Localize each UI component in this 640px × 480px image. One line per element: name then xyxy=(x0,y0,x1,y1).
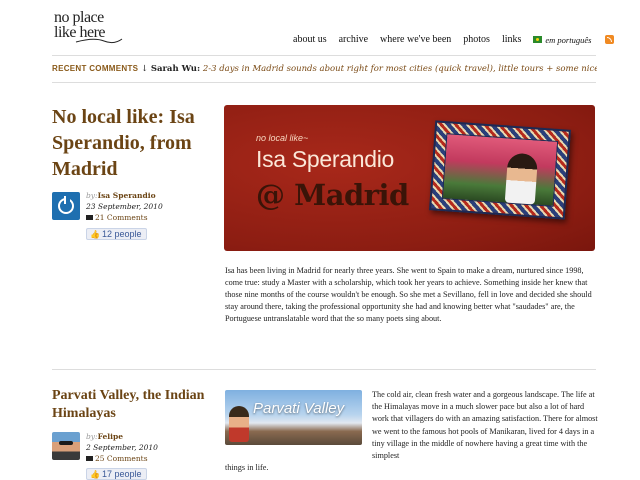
banner-city: @ Madrid xyxy=(256,178,409,212)
rss-icon[interactable] xyxy=(605,35,615,44)
post-excerpt: The cold air, clean fresh water and a go… xyxy=(372,390,598,461)
nav-photos[interactable]: photos xyxy=(463,34,490,45)
thumbnail-caption: Parvati Valley xyxy=(253,400,345,417)
post-author[interactable]: Isa Sperandio xyxy=(98,191,156,200)
post-excerpt-continued: things in life. xyxy=(225,463,269,472)
author-avatar[interactable] xyxy=(52,432,80,460)
recent-comments-ticker: RECENT COMMENTS ↓ Sarah Wu: 2-3 days in … xyxy=(52,64,597,74)
child-photo xyxy=(229,406,249,442)
nav-about-us[interactable]: about us xyxy=(293,34,327,45)
post-thumbnail-image[interactable]: Parvati Valley xyxy=(225,390,362,445)
logo-line-1: no place xyxy=(54,9,104,26)
banner-name: Isa Sperandio xyxy=(256,146,395,172)
comments-link[interactable]: 21 Comments xyxy=(95,213,148,222)
recent-comments-label: RECENT COMMENTS xyxy=(52,64,139,73)
comment-icon xyxy=(86,215,93,220)
site-logo[interactable]: no place like here xyxy=(54,9,134,44)
post-meta: by:Isa Sperandio 23 September, 2010 21 C… xyxy=(86,190,196,223)
recent-comment-author[interactable]: Sarah Wu: xyxy=(151,64,200,74)
post-banner-image[interactable]: no local like~ Isa Sperandio @ Madrid xyxy=(224,105,595,251)
author-avatar[interactable] xyxy=(52,192,80,220)
nav-links[interactable]: links xyxy=(502,34,521,45)
logo-swash-icon xyxy=(75,38,123,44)
down-arrow-icon: ↓ xyxy=(140,64,149,74)
post-author[interactable]: Felipe xyxy=(98,432,123,441)
post-date: 2 September, 2010 xyxy=(86,443,158,452)
by-label: by: xyxy=(86,432,98,441)
by-label: by: xyxy=(86,191,98,200)
divider xyxy=(52,55,596,56)
like-count: 17 people xyxy=(101,469,142,479)
comment-icon xyxy=(86,456,93,461)
portrait-photo xyxy=(441,133,559,207)
banner-photo-frame xyxy=(429,120,571,220)
like-count: 12 people xyxy=(101,229,142,239)
divider xyxy=(52,82,596,83)
brazil-flag-icon[interactable] xyxy=(533,36,543,43)
banner-tag: no local like~ xyxy=(256,133,309,143)
post-excerpt: Isa has been living in Madrid for nearly… xyxy=(225,266,592,323)
nav-where-weve-been[interactable]: where we've been xyxy=(380,34,451,45)
post-meta: by:Felipe 2 September, 2010 25 Comments xyxy=(86,431,196,464)
thumbs-up-icon: 👍 xyxy=(90,470,100,479)
post-title[interactable]: No local like: Isa Sperandio, from Madri… xyxy=(52,104,222,182)
divider xyxy=(52,369,596,370)
facebook-like-button[interactable]: 👍 12 people xyxy=(86,228,147,240)
post-date: 23 September, 2010 xyxy=(86,202,163,211)
comments-link[interactable]: 25 Comments xyxy=(95,454,148,463)
thumbs-up-icon: 👍 xyxy=(90,230,100,239)
main-nav: about us archive where we've been photos… xyxy=(293,34,615,45)
post-title[interactable]: Parvati Valley, the Indian Himalayas xyxy=(52,387,222,423)
facebook-like-button[interactable]: 👍 17 people xyxy=(86,468,147,480)
nav-language-portuguese[interactable]: em português xyxy=(545,35,591,45)
nav-archive[interactable]: archive xyxy=(339,34,368,45)
recent-comment-text[interactable]: 2-3 days in Madrid sounds about right fo… xyxy=(203,64,597,74)
